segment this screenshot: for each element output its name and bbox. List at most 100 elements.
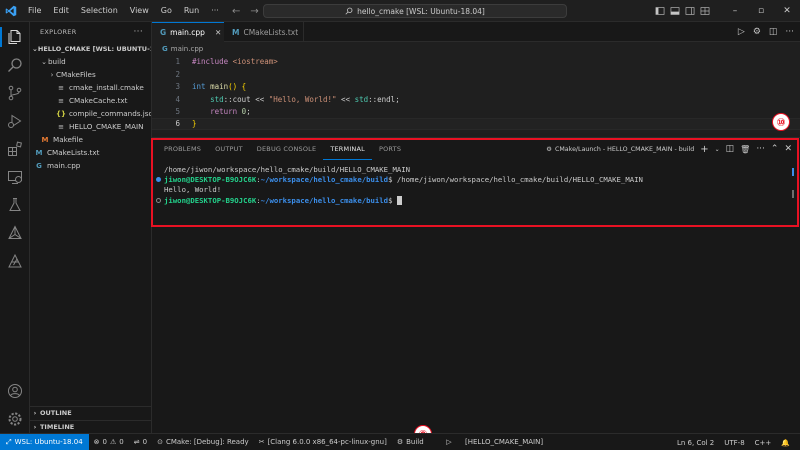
highlight-box-panel [151,138,799,227]
code-line: 4 std::cout << "Hello, World!" << std::e… [152,94,800,106]
line-number: 4 [175,94,180,104]
tree-item-cmakefiles[interactable]: › CMakeFiles [30,68,151,81]
minimize-icon[interactable]: – [722,0,748,22]
chevron-down-icon: ⌄ [41,57,47,66]
forward-arrow-icon[interactable]: → [250,6,258,17]
timeline-section[interactable]: › TIMELINE [30,420,152,433]
launch-target[interactable]: [HELLO_CMAKE_MAIN] [460,434,548,450]
menu-more[interactable]: ··· [205,0,225,22]
code-editor[interactable]: 1 #include <iostream> 2 3 int main() { 4… [152,55,800,133]
customize-layout-icon[interactable] [697,0,712,22]
close-window-icon[interactable]: ✕ [774,0,800,22]
command-center-search[interactable]: hello_cmake [WSL: Ubuntu-18.04] [263,4,567,18]
cmake-file-icon: M [232,27,240,37]
debug-settings-icon[interactable]: ⚙ [753,27,761,37]
build-label: Build [406,438,424,446]
build-gear-icon: ⚙ [396,438,404,446]
activity-bar [0,22,30,433]
tab-label: main.cpp [170,28,205,37]
cmake-build-button[interactable]: ⚙ Build [392,434,429,450]
tree-item-build[interactable]: ⌄ build [30,55,151,68]
explorer-icon[interactable] [0,24,30,50]
warning-count: 0 [119,438,124,446]
encoding[interactable]: UTF-8 [719,434,749,450]
tree-item-label: cmake_install.cmake [69,83,144,92]
explorer-more-icon[interactable]: ··· [134,27,143,37]
tree-item-label: CMakeCache.txt [69,96,128,105]
tree-item-cmakecache[interactable]: ≡ CMakeCache.txt [30,94,151,107]
tree-item-label: main.cpp [47,161,81,170]
ports-count: 0 [142,438,148,446]
outline-section[interactable]: › OUTLINE [30,406,152,419]
cmake-status-icon: ⊙ [157,438,163,446]
editor-actions: ▷ ⚙ ◫ ··· [738,22,794,42]
tree-item-label: CMakeLists.txt [47,148,100,157]
back-arrow-icon[interactable]: ← [232,6,240,17]
tab-label: CMakeLists.txt [243,27,299,37]
tree-item-cmakelists[interactable]: M CMakeLists.txt [30,146,151,159]
split-editor-icon[interactable]: ◫ [769,27,778,37]
menu-bar: File Edit Selection View Go Run ··· [22,0,225,22]
code-line: 3 int main() { [152,81,800,93]
ports-status[interactable]: ⇌ 0 [129,434,152,450]
explorer-sidebar: EXPLORER ··· ⌄ HELLO_CMAKE [WSL: UBUNTU-… [30,22,152,433]
toggle-primary-sidebar-icon[interactable] [652,0,667,22]
accounts-icon[interactable] [0,378,30,404]
restore-icon[interactable]: ▫ [748,0,774,22]
cursor-position[interactable]: Ln 6, Col 2 [672,434,719,450]
menu-go[interactable]: Go [155,0,178,22]
toggle-secondary-sidebar-icon[interactable] [682,0,697,22]
wsl-targets-icon[interactable] [0,248,30,274]
menu-run[interactable]: Run [178,0,205,22]
search-icon[interactable] [0,52,30,78]
problems-status[interactable]: ⊗ 0 ⚠ 0 [89,434,129,450]
tab-main-cpp[interactable]: G main.cpp ✕ [152,22,224,42]
status-bar-right: Ln 6, Col 2 UTF-8 C++ 🔔 [672,434,800,450]
tree-item-main-cpp[interactable]: G main.cpp [30,159,151,172]
remote-explorer-icon[interactable] [0,164,30,190]
run-button[interactable]: ▷ [440,434,458,450]
title-bar-right: – ▫ ✕ [652,0,800,22]
cmake-icon[interactable] [0,220,30,246]
play-icon: ▷ [446,438,452,446]
tab-cmakelists[interactable]: M CMakeLists.txt [224,22,304,42]
explorer-title: EXPLORER [40,28,77,36]
tree-item-label: CMakeFiles [56,70,96,79]
ports-icon: ⇌ [133,438,140,446]
notifications-bell-icon[interactable]: 🔔 [776,434,800,450]
title-bar: File Edit Selection View Go Run ··· ← → … [0,0,800,22]
tree-item-cmake-install[interactable]: ≡ cmake_install.cmake [30,81,151,94]
cpp-file-icon: G [160,28,167,37]
cmake-kit-label: [Clang 6.0.0 x86_64-pc-linux-gnu] [267,438,387,446]
more-actions-icon[interactable]: ··· [785,27,794,37]
remote-indicator[interactable]: ⤢ WSL: Ubuntu-18.04 [0,433,89,450]
testing-icon[interactable] [0,192,30,218]
toggle-panel-icon[interactable] [667,0,682,22]
menu-selection[interactable]: Selection [75,0,124,22]
remote-icon: ⤢ [6,437,12,446]
menu-edit[interactable]: Edit [47,0,75,22]
code-line: 2 [152,69,800,81]
cmake-status[interactable]: ⊙ CMake: [Debug]: Ready [152,434,254,450]
tree-item-compile-commands[interactable]: {} compile_commands.json [30,107,151,120]
tree-item-makefile[interactable]: M Makefile [30,133,151,146]
run-debug-icon[interactable] [0,108,30,134]
json-file-icon: {} [56,109,66,118]
tree-item-hello-cmake-main[interactable]: ≡ HELLO_CMAKE_MAIN [30,120,151,133]
source-control-icon[interactable] [0,80,30,106]
code-line: 5 return 0; [152,106,800,118]
text-file-icon: ≡ [58,83,64,92]
close-icon[interactable]: ✕ [215,28,221,37]
breadcrumb-file[interactable]: main.cpp [171,45,203,53]
language-mode[interactable]: C++ [750,434,777,450]
breadcrumb: G main.cpp [152,42,800,55]
cmake-kit[interactable]: ✂ [Clang 6.0.0 x86_64-pc-linux-gnu] [254,434,392,450]
menu-view[interactable]: View [124,0,155,22]
run-file-icon[interactable]: ▷ [738,27,745,37]
extensions-icon[interactable] [0,136,30,162]
explorer-header: EXPLORER ··· [30,22,151,42]
cpp-file-icon: G [162,44,168,53]
menu-file[interactable]: File [22,0,47,22]
root-folder[interactable]: ⌄ HELLO_CMAKE [WSL: UBUNTU-1... [30,42,151,55]
manage-gear-icon[interactable] [0,406,30,432]
